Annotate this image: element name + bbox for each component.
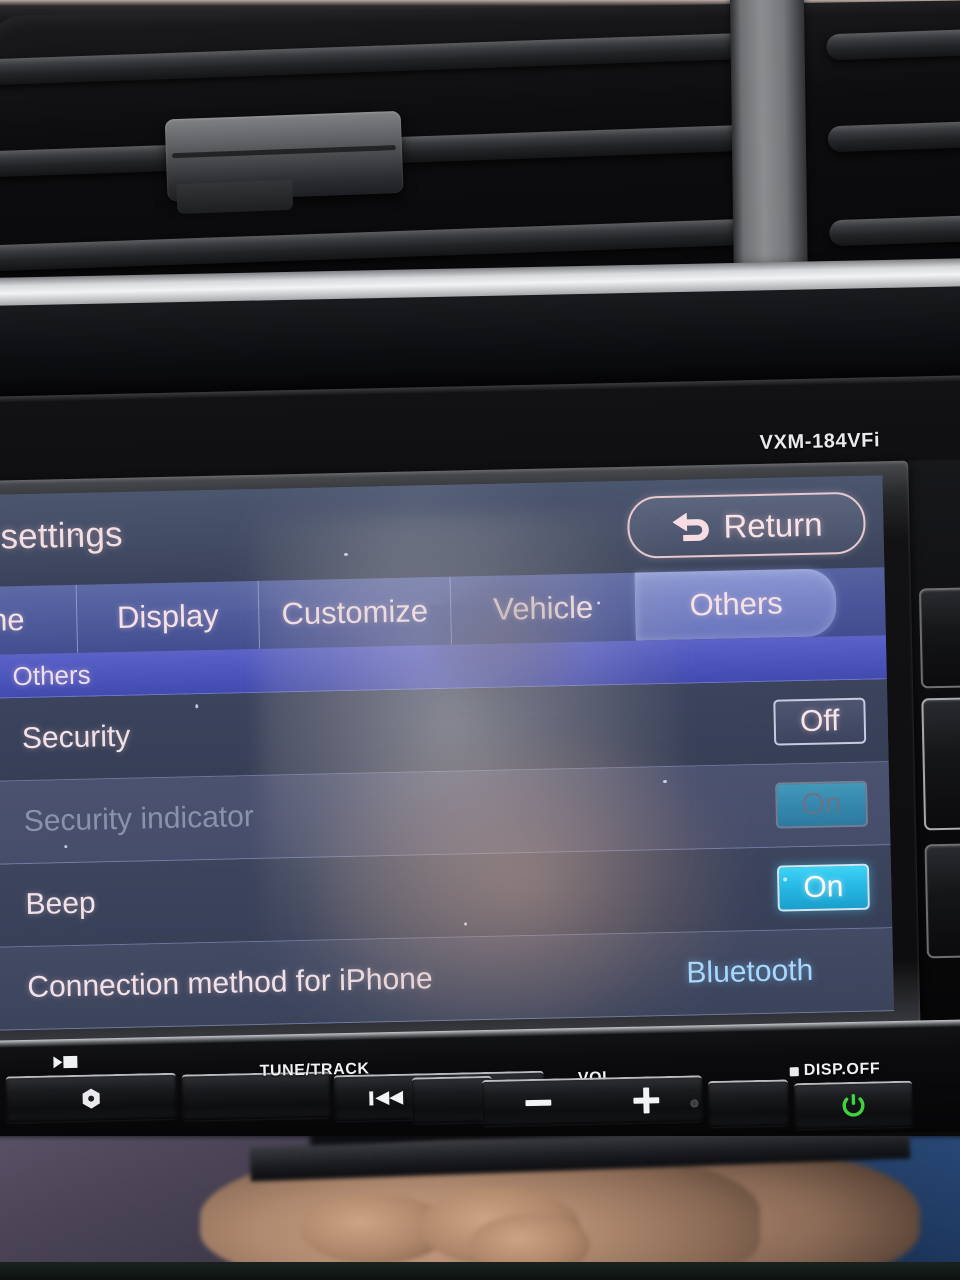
setting-control-security-indicator: On bbox=[775, 780, 869, 829]
setting-control-beep: On bbox=[776, 863, 870, 912]
section-header-label: Others bbox=[12, 659, 91, 691]
disp-off-label: DISP.OFF bbox=[803, 1060, 881, 1080]
minus-icon bbox=[525, 1099, 552, 1107]
plus-icon bbox=[633, 1087, 660, 1114]
vent-center-divider bbox=[729, 0, 808, 287]
tab-vehicle[interactable]: Vehicle bbox=[450, 572, 637, 645]
hardware-control-bar: TUNE/TRACK VOL bbox=[0, 1019, 960, 1153]
dashboard-air-vent bbox=[0, 0, 960, 294]
security-indicator-toggle-button: On bbox=[775, 780, 869, 829]
setting-label-security-indicator: Security indicator bbox=[23, 800, 255, 839]
tab-others[interactable]: Others bbox=[635, 568, 837, 641]
return-button-label: Return bbox=[723, 505, 823, 545]
setting-control-security: Off bbox=[773, 697, 867, 746]
bottom-edge-strip bbox=[0, 1262, 960, 1280]
vent-slat bbox=[0, 31, 789, 86]
disc-eject-button[interactable] bbox=[5, 1072, 177, 1123]
connection-method-value[interactable]: Bluetooth bbox=[686, 954, 813, 991]
previous-track-icon bbox=[369, 1090, 404, 1106]
tab-display[interactable]: Display bbox=[76, 580, 261, 653]
car-head-unit: VXM-184VFi em settings Return bbox=[0, 375, 960, 1097]
device-model-label: VXM-184VFi bbox=[759, 429, 881, 454]
screen-bezel: em settings Return lume Display bbox=[0, 460, 921, 1048]
return-arrow-icon bbox=[672, 512, 709, 542]
vent-slat bbox=[828, 214, 960, 247]
security-toggle-button[interactable]: Off bbox=[773, 697, 867, 746]
eject-disc-icon bbox=[53, 1055, 78, 1069]
setting-label-beep: Beep bbox=[25, 886, 96, 922]
tab-customize-label: Customize bbox=[281, 593, 429, 632]
page-title: em settings bbox=[0, 514, 124, 558]
tab-volume[interactable]: lume bbox=[0, 584, 79, 656]
power-button[interactable] bbox=[794, 1080, 913, 1130]
touchscreen-display[interactable]: em settings Return lume Display bbox=[0, 475, 895, 1032]
volume-button[interactable] bbox=[481, 1075, 703, 1127]
security-toggle-value: Off bbox=[799, 704, 840, 739]
tab-display-label: Display bbox=[116, 597, 220, 635]
security-indicator-toggle-value: On bbox=[801, 787, 842, 822]
setting-control-connection-method: Bluetooth bbox=[686, 953, 871, 991]
setting-label-security: Security bbox=[21, 719, 131, 756]
vent-slat bbox=[826, 28, 960, 61]
tab-volume-label: lume bbox=[0, 601, 25, 639]
tab-customize[interactable]: Customize bbox=[258, 576, 453, 649]
screenshot-root: VXM-184VFi em settings Return bbox=[0, 0, 960, 1280]
side-button-3[interactable] bbox=[924, 843, 960, 959]
vent-body bbox=[0, 0, 960, 294]
bottom-reflection-area bbox=[0, 1136, 960, 1280]
beep-toggle-button[interactable]: On bbox=[776, 863, 870, 912]
tab-others-label: Others bbox=[689, 585, 784, 623]
blank-button-3[interactable] bbox=[707, 1079, 789, 1128]
return-button[interactable]: Return bbox=[626, 491, 867, 559]
disc-icon bbox=[82, 1088, 100, 1109]
setting-label-connection-method: Connection method for iPhone bbox=[27, 962, 433, 1005]
vent-knob-tab bbox=[176, 179, 294, 215]
power-icon bbox=[842, 1093, 865, 1117]
tab-vehicle-label: Vehicle bbox=[492, 589, 594, 627]
disp-off-indicator bbox=[789, 1067, 799, 1077]
side-button-1[interactable] bbox=[918, 587, 960, 689]
vent-slat bbox=[827, 120, 960, 153]
settings-list: Others Security Off Security indicator O… bbox=[0, 635, 895, 1032]
side-button-2[interactable] bbox=[921, 697, 960, 831]
beep-toggle-value: On bbox=[803, 870, 844, 905]
blank-button-2[interactable] bbox=[411, 1075, 493, 1124]
